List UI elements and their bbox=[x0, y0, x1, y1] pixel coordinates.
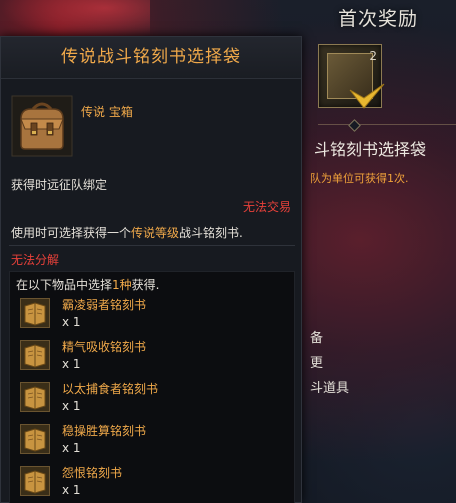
choice-count-highlight: 1种 bbox=[112, 278, 132, 292]
choice-header: 在以下物品中选择1种获得. bbox=[16, 276, 159, 293]
first-reward-title: 首次奖励 bbox=[337, 8, 418, 30]
choice-header-text: 获得. bbox=[131, 278, 160, 292]
choice-item[interactable]: 霸凌弱者铭刻书 x 1 bbox=[20, 296, 290, 336]
engraving-book-icon bbox=[20, 466, 50, 496]
choice-item[interactable]: 稳操胜算铭刻书 x 1 bbox=[20, 422, 290, 462]
item-tooltip: 传说战斗铭刻书选择袋 传说 宝箱 获得时远征队绑定 无法交易 使用时可选择获得一… bbox=[0, 36, 302, 503]
choice-item[interactable]: 怨恨铭刻书 x 1 bbox=[20, 464, 290, 503]
reward-count: 2 bbox=[369, 49, 377, 63]
bind-status: 获得时远征队绑定 bbox=[11, 178, 108, 192]
usage-text: 使用时可选择获得一个 bbox=[11, 226, 132, 240]
check-mark-icon bbox=[349, 83, 385, 109]
choice-header-text: 在以下物品中选择 bbox=[16, 278, 113, 292]
reward-item-name: 斗铭刻书选择袋 bbox=[314, 140, 427, 159]
tooltip-divider bbox=[9, 245, 295, 246]
choice-item-quantity: x 1 bbox=[62, 441, 81, 455]
choice-item-name: 霸凌弱者铭刻书 bbox=[62, 298, 147, 312]
list-item: 斗道具 bbox=[310, 381, 350, 396]
leather-bag-icon bbox=[11, 95, 73, 157]
reward-info-list: 备 更 斗道具 bbox=[310, 326, 349, 401]
usage-text: 战斗铭刻书. bbox=[179, 226, 243, 240]
item-grade: 传说 宝箱 bbox=[81, 105, 133, 119]
tooltip-header: 传说战斗铭刻书选择袋 bbox=[1, 37, 301, 79]
choice-item-quantity: x 1 bbox=[62, 357, 81, 371]
choice-item-quantity: x 1 bbox=[62, 315, 81, 329]
choice-list: 在以下物品中选择1种获得. 霸凌弱者铭刻书 x 1 精气吸收铭刻书 x 1 以太… bbox=[9, 271, 295, 503]
tooltip-title: 传说战斗铭刻书选择袋 bbox=[61, 47, 241, 67]
choice-item-name: 怨恨铭刻书 bbox=[62, 466, 123, 480]
choice-item[interactable]: 以太捕食者铭刻书 x 1 bbox=[20, 380, 290, 420]
engraving-book-icon bbox=[20, 340, 50, 370]
choice-item-name: 稳操胜算铭刻书 bbox=[62, 424, 147, 438]
choice-item-name: 精气吸收铭刻书 bbox=[62, 340, 147, 354]
choice-item-name: 以太捕食者铭刻书 bbox=[62, 382, 159, 396]
engraving-book-icon bbox=[20, 298, 50, 328]
usage-description: 使用时可选择获得一个传说等级战斗铭刻书. bbox=[11, 224, 243, 241]
choice-item[interactable]: 精气吸收铭刻书 x 1 bbox=[20, 338, 290, 378]
usage-grade-highlight: 传说等级 bbox=[131, 226, 180, 240]
list-item: 更 bbox=[310, 356, 324, 371]
choice-item-quantity: x 1 bbox=[62, 483, 81, 497]
background-glow bbox=[0, 0, 150, 40]
list-item: 备 bbox=[310, 331, 324, 346]
ornament-divider bbox=[318, 124, 456, 130]
engraving-book-icon bbox=[20, 424, 50, 454]
trade-status: 无法交易 bbox=[242, 200, 291, 214]
dismantle-status: 无法分解 bbox=[11, 253, 60, 267]
reward-hint: 队为单位可获得1次. bbox=[310, 172, 409, 185]
choice-item-quantity: x 1 bbox=[62, 399, 81, 413]
engraving-book-icon bbox=[20, 382, 50, 412]
